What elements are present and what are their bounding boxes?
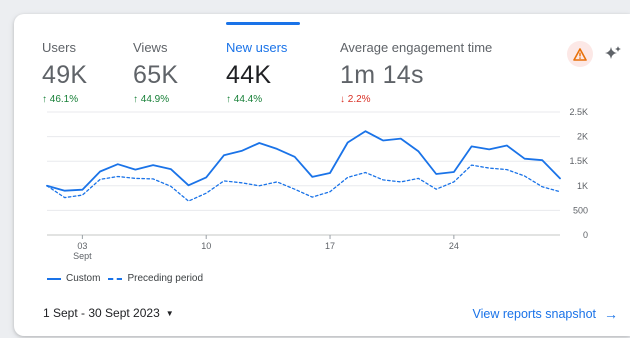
y-tick-label: 2K [577,132,588,142]
arrow-right-icon: → [604,306,618,322]
legend-swatch-dashed [108,277,123,280]
series-line-preceding-period [46,164,561,202]
caret-down-icon: ▼ [165,308,174,318]
y-tick-label: 1.5K [569,156,588,166]
x-tick-sublabel: Sept [73,251,92,261]
chart-legend: Custom Preceding period [47,273,203,284]
x-tick-label: 10 [201,241,211,251]
y-tick-label: 2.5K [569,107,588,117]
legend-swatch-solid [47,277,61,280]
view-link-label: View reports snapshot [472,307,596,321]
date-range-selector[interactable]: 1 Sept - 30 Sept 2023 ▼ [43,306,174,320]
legend-label-current: Custom [66,273,101,284]
x-tick-label: 03 [77,241,87,251]
line-chart: 0 500 1K 1.5K 2K 2.5K 03Sept 10 17 24 [46,107,588,261]
y-tick-label: 1K [577,181,588,191]
legend-label-previous: Preceding period [127,273,204,284]
x-tick-label: 17 [325,241,335,251]
view-reports-snapshot-link[interactable]: View reports snapshot → [473,306,618,322]
y-tick-label: 0 [583,230,588,240]
overview-card: Users 49K ↑ 46.1% Views 65K ↑ 44.9% New … [14,14,630,336]
x-tick-label: 24 [449,241,459,251]
y-tick-label: 500 [573,205,588,215]
date-range-label: 1 Sept - 30 Sept 2023 [43,306,160,320]
